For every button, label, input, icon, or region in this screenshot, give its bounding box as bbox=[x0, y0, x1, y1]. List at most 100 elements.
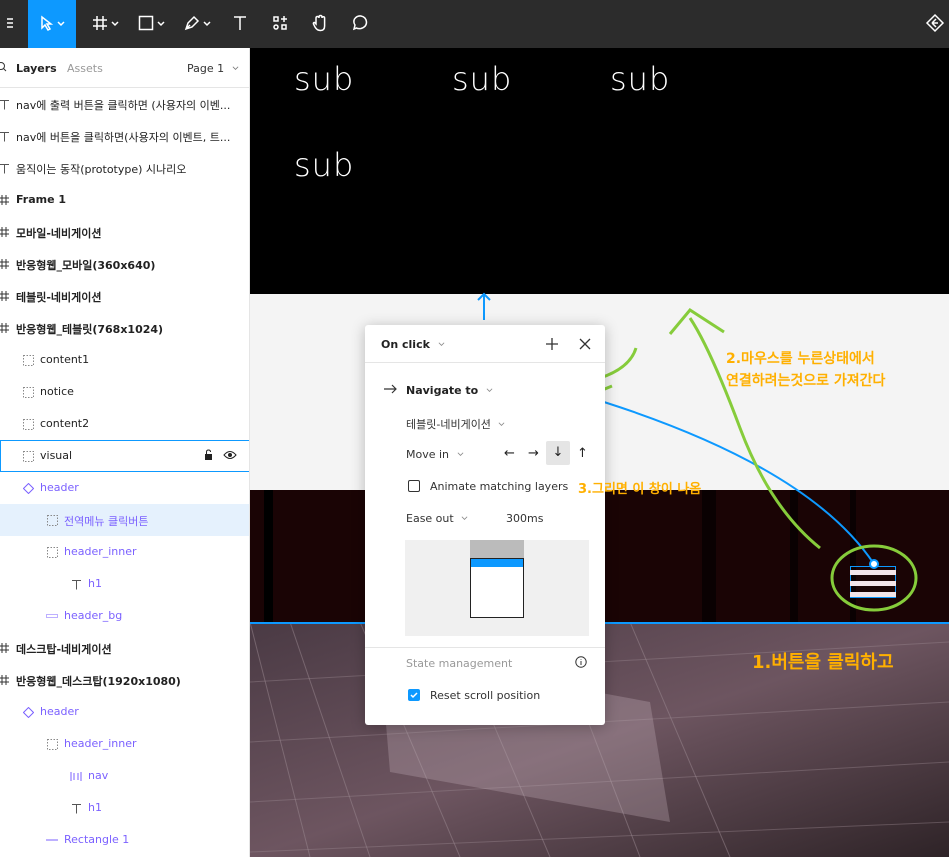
pen-tool-button[interactable] bbox=[176, 0, 218, 48]
hamburger-bar bbox=[850, 581, 896, 586]
close-icon[interactable] bbox=[578, 337, 592, 354]
text-icon bbox=[70, 578, 82, 590]
comment-tool-button[interactable] bbox=[344, 0, 376, 48]
header-stripe bbox=[850, 490, 856, 622]
layer-item[interactable]: 반응형웹_테블릿(768x1024) bbox=[0, 312, 249, 344]
layer-item[interactable]: nav bbox=[0, 760, 249, 792]
menu-icon bbox=[5, 16, 17, 33]
page-selector-label: Page 1 bbox=[187, 62, 225, 75]
move-tool-button[interactable] bbox=[28, 0, 76, 48]
main-menu-button[interactable] bbox=[0, 0, 22, 48]
frame-icon bbox=[0, 194, 10, 206]
reset-scroll-label: Reset scroll position bbox=[430, 689, 541, 702]
resources-icon bbox=[272, 15, 288, 34]
prototype-interaction-popup: On click Navigate to 테블릿-네비게이션 Move in ←… bbox=[365, 325, 605, 725]
layer-item[interactable]: content2 bbox=[0, 408, 249, 440]
present-icon bbox=[925, 13, 945, 36]
direction-down-button[interactable]: ↓ bbox=[546, 441, 570, 465]
layer-item[interactable]: 움직이는 동작(prototype) 시나리오 bbox=[0, 152, 249, 184]
layer-item[interactable]: nav에 버튼을 클릭하면(사용자의 이벤트, 트... bbox=[0, 120, 249, 152]
page-selector[interactable]: Page 1 bbox=[187, 62, 239, 75]
layer-item-label: nav에 출력 버튼을 클릭하면 (사용자의 이벤... bbox=[16, 99, 231, 112]
resources-button[interactable] bbox=[264, 0, 296, 48]
animation-select[interactable]: Move in bbox=[406, 448, 464, 461]
chevron-down-icon bbox=[461, 516, 468, 520]
layer-item[interactable]: notice bbox=[0, 376, 249, 408]
layer-item-label: 데스크탑-네비게이션 bbox=[16, 643, 112, 656]
search-icon[interactable] bbox=[0, 61, 8, 76]
divider bbox=[365, 647, 605, 648]
hand-tool-button[interactable] bbox=[304, 0, 336, 48]
popup-header: On click bbox=[365, 325, 605, 363]
layer-item-label: header bbox=[40, 481, 79, 494]
annotation-step2-line1: 2.마우스를 누른상태에서 bbox=[726, 351, 875, 367]
annotation-step2-line2: 연결하려는것으로 가져간다 bbox=[726, 373, 886, 389]
layer-item[interactable]: Frame 1 bbox=[0, 184, 249, 216]
layer-item[interactable]: content1 bbox=[0, 344, 249, 376]
layer-item[interactable]: h1 bbox=[0, 568, 249, 600]
info-icon[interactable] bbox=[575, 656, 587, 671]
text-icon bbox=[70, 802, 82, 814]
direction-up-button[interactable]: ↑ bbox=[577, 446, 588, 461]
chevron-down-icon bbox=[108, 18, 119, 31]
layer-item[interactable]: 모바일-네비게이션 bbox=[0, 216, 249, 248]
lock-icon[interactable] bbox=[204, 449, 215, 464]
destination-select[interactable]: 테블릿-네비게이션 bbox=[406, 416, 505, 432]
add-icon[interactable] bbox=[545, 337, 559, 354]
pen-tool-icon bbox=[184, 15, 200, 34]
layer-item-label: Frame 1 bbox=[16, 193, 67, 206]
annotation-step1: 1.버튼을 클릭하고 bbox=[752, 652, 894, 673]
text-icon bbox=[0, 98, 10, 110]
animate-matching-label: Animate matching layers bbox=[430, 480, 569, 493]
chevron-down-icon bbox=[499, 422, 505, 426]
layer-item[interactable]: visual bbox=[0, 440, 249, 472]
header-stripe bbox=[264, 490, 273, 622]
layer-item-label: h1 bbox=[88, 801, 102, 814]
eye-icon[interactable] bbox=[223, 449, 237, 464]
layer-item[interactable]: Rectangle 1 bbox=[0, 824, 249, 856]
layer-item[interactable]: header bbox=[0, 696, 249, 728]
present-button[interactable] bbox=[920, 0, 949, 48]
layer-item-label: 반응형웹_데스크탑(1920x1080) bbox=[16, 675, 181, 688]
chevron-down-icon bbox=[54, 18, 65, 31]
layer-item[interactable]: header_inner bbox=[0, 536, 249, 568]
header-stripe bbox=[790, 490, 798, 622]
layer-item[interactable]: 전역메뉴 클릭버튼 bbox=[0, 504, 249, 536]
tab-layers[interactable]: Layers bbox=[16, 62, 57, 75]
direction-left-button[interactable]: ← bbox=[504, 446, 515, 461]
tab-assets[interactable]: Assets bbox=[67, 62, 103, 75]
action-select[interactable]: Navigate to bbox=[406, 384, 493, 397]
layer-item[interactable]: 테블릿-네비게이션 bbox=[0, 280, 249, 312]
animate-matching-checkbox[interactable] bbox=[408, 480, 420, 492]
trigger-select[interactable]: On click bbox=[381, 338, 445, 351]
sub-label: sub bbox=[294, 60, 355, 98]
layer-item-label: nav bbox=[88, 769, 109, 782]
layer-item-label: nav에 버튼을 클릭하면(사용자의 이벤트, 트... bbox=[16, 131, 231, 144]
shape-tool-button[interactable] bbox=[130, 0, 172, 48]
layer-item[interactable]: 반응형웹_데스크탑(1920x1080) bbox=[0, 664, 249, 696]
layer-item[interactable]: header_inner bbox=[0, 728, 249, 760]
frame-tool-button[interactable] bbox=[84, 0, 126, 48]
duration-input[interactable]: 300ms bbox=[506, 512, 543, 525]
direction-right-button[interactable]: → bbox=[528, 446, 539, 461]
layer-item-label: 모바일-네비게이션 bbox=[16, 227, 102, 240]
shape-tool-icon bbox=[138, 15, 154, 34]
layer-item[interactable]: nav에 출력 버튼을 클릭하면 (사용자의 이벤... bbox=[0, 88, 249, 120]
group-icon bbox=[46, 738, 58, 750]
text-tool-button[interactable] bbox=[224, 0, 256, 48]
arrow-right-icon bbox=[383, 384, 397, 397]
checkmark-icon bbox=[410, 692, 418, 699]
chevron-down-icon bbox=[486, 388, 493, 392]
easing-select[interactable]: Ease out bbox=[406, 512, 468, 525]
nav-submenu-frame[interactable]: sub sub sub sub bbox=[250, 48, 949, 294]
group-icon bbox=[46, 514, 58, 526]
hamburger-bar bbox=[850, 592, 896, 597]
layer-item-label: Rectangle 1 bbox=[64, 833, 130, 846]
global-menu-button[interactable] bbox=[846, 562, 900, 602]
layer-item[interactable]: h1 bbox=[0, 792, 249, 824]
layer-item[interactable]: header_bg bbox=[0, 600, 249, 632]
layer-item[interactable]: header bbox=[0, 472, 249, 504]
layer-item[interactable]: 반응형웹_모바일(360x640) bbox=[0, 248, 249, 280]
layer-item[interactable]: 데스크탑-네비게이션 bbox=[0, 632, 249, 664]
reset-scroll-checkbox[interactable] bbox=[408, 689, 420, 701]
